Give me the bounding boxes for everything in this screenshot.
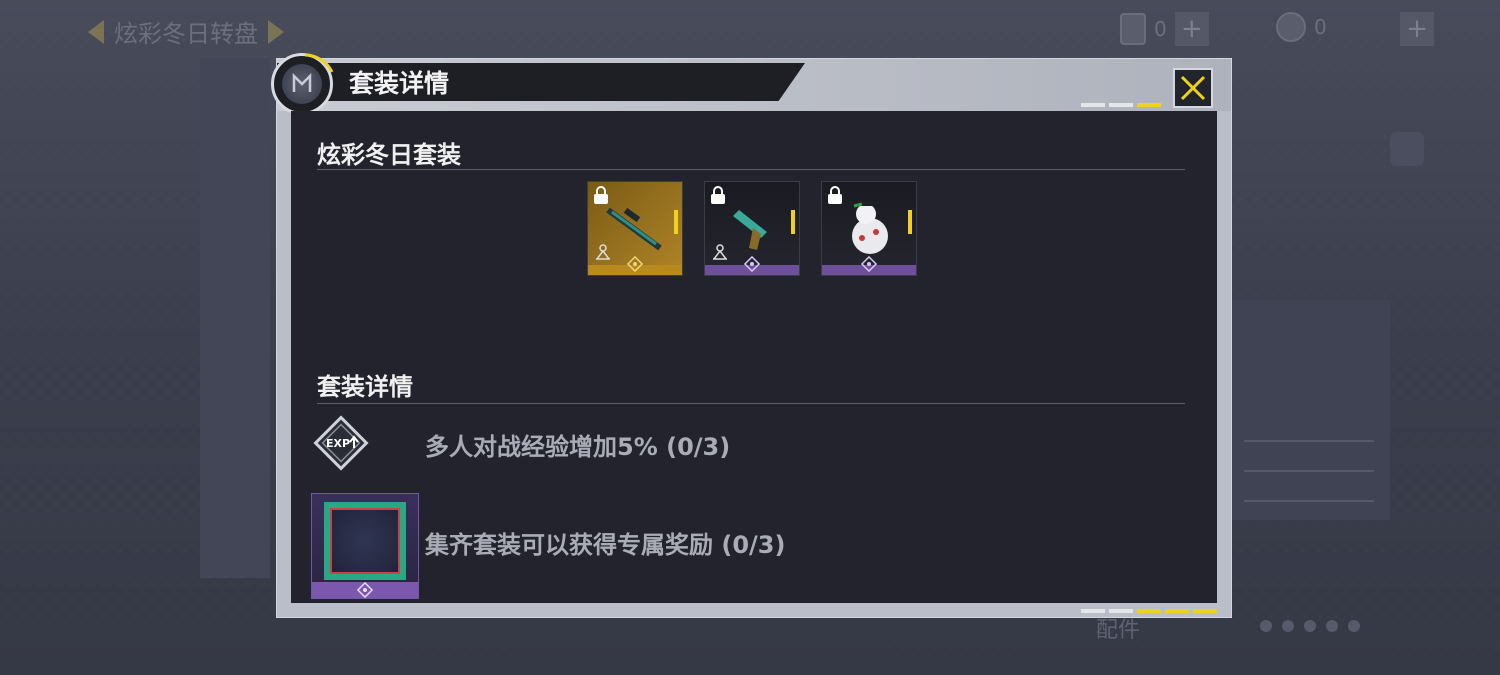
divider xyxy=(317,169,1185,170)
bg-search-icon xyxy=(1390,132,1424,166)
next-arrow-icon xyxy=(268,19,284,44)
card-currency-icon xyxy=(1120,13,1146,45)
close-x-icon xyxy=(1180,75,1206,101)
emblem-arc-icon xyxy=(304,53,334,73)
set-item-pistol[interactable] xyxy=(704,181,800,276)
footer-decor-marks xyxy=(1081,609,1217,613)
exclusive-reward-tile[interactable] xyxy=(311,493,419,599)
set-item-snowman-grenade[interactable] xyxy=(821,181,917,276)
coin-currency-icon xyxy=(1276,12,1306,42)
bg-add-currency-2-button: + xyxy=(1400,12,1434,46)
snowman-grenade-icon xyxy=(852,200,888,254)
close-button[interactable] xyxy=(1173,68,1213,108)
bg-stats-panel xyxy=(1230,300,1390,520)
weapon-type-icon xyxy=(713,244,727,260)
exp-bonus-text: 多人对战经验增加5% (0/3) xyxy=(425,433,731,461)
bg-left-panel xyxy=(200,58,270,578)
item-progress-marker xyxy=(908,210,912,234)
set-details-modal: 套装详情 炫彩冬日套装 套装详情 EXP 多人对战经验增加5% (0/3) 集齐… xyxy=(271,53,1232,618)
bg-currency-cards: 0 + xyxy=(1120,12,1209,46)
details-heading: 套装详情 xyxy=(317,373,413,401)
header-decor-marks xyxy=(1081,103,1161,107)
avatar-frame-reward-icon xyxy=(324,502,406,580)
rarity-diamond-icon xyxy=(626,255,644,273)
set-items-list xyxy=(587,181,917,276)
bg-event-header: 炫彩冬日转盘 xyxy=(88,14,284,49)
bg-add-currency-1-button: + xyxy=(1174,12,1209,46)
bg-currency-2-value: 0 xyxy=(1314,15,1327,39)
mode-emblem-icon xyxy=(271,53,334,115)
modal-header: 套装详情 xyxy=(277,59,1231,111)
bg-add-currency-2: + xyxy=(1400,12,1434,46)
item-progress-marker xyxy=(674,210,678,234)
bg-currency-coins: 0 xyxy=(1276,12,1327,42)
exp-boost-icon: EXP xyxy=(313,415,369,471)
svg-text:EXP: EXP xyxy=(326,437,350,450)
prev-arrow-icon xyxy=(88,19,104,44)
item-progress-marker xyxy=(791,210,795,234)
set-reward-text: 集齐套装可以获得专属奖励 (0/3) xyxy=(425,531,786,559)
rarity-diamond-icon xyxy=(356,581,374,598)
divider xyxy=(317,403,1185,404)
modal-body: 炫彩冬日套装 套装详情 EXP 多人对战经验增加5% (0/3) 集齐套装可以获… xyxy=(291,111,1217,603)
bg-currency-1-value: 0 xyxy=(1154,17,1167,41)
bg-page-dots xyxy=(1260,620,1360,632)
bg-event-title: 炫彩冬日转盘 xyxy=(114,20,258,48)
modal-title: 套装详情 xyxy=(349,69,450,98)
rarity-diamond-icon xyxy=(860,255,878,273)
weapon-type-icon xyxy=(596,244,610,260)
set-item-sniper-rifle[interactable] xyxy=(587,181,683,276)
rarity-diamond-icon xyxy=(743,255,761,273)
set-name-heading: 炫彩冬日套装 xyxy=(317,141,461,169)
